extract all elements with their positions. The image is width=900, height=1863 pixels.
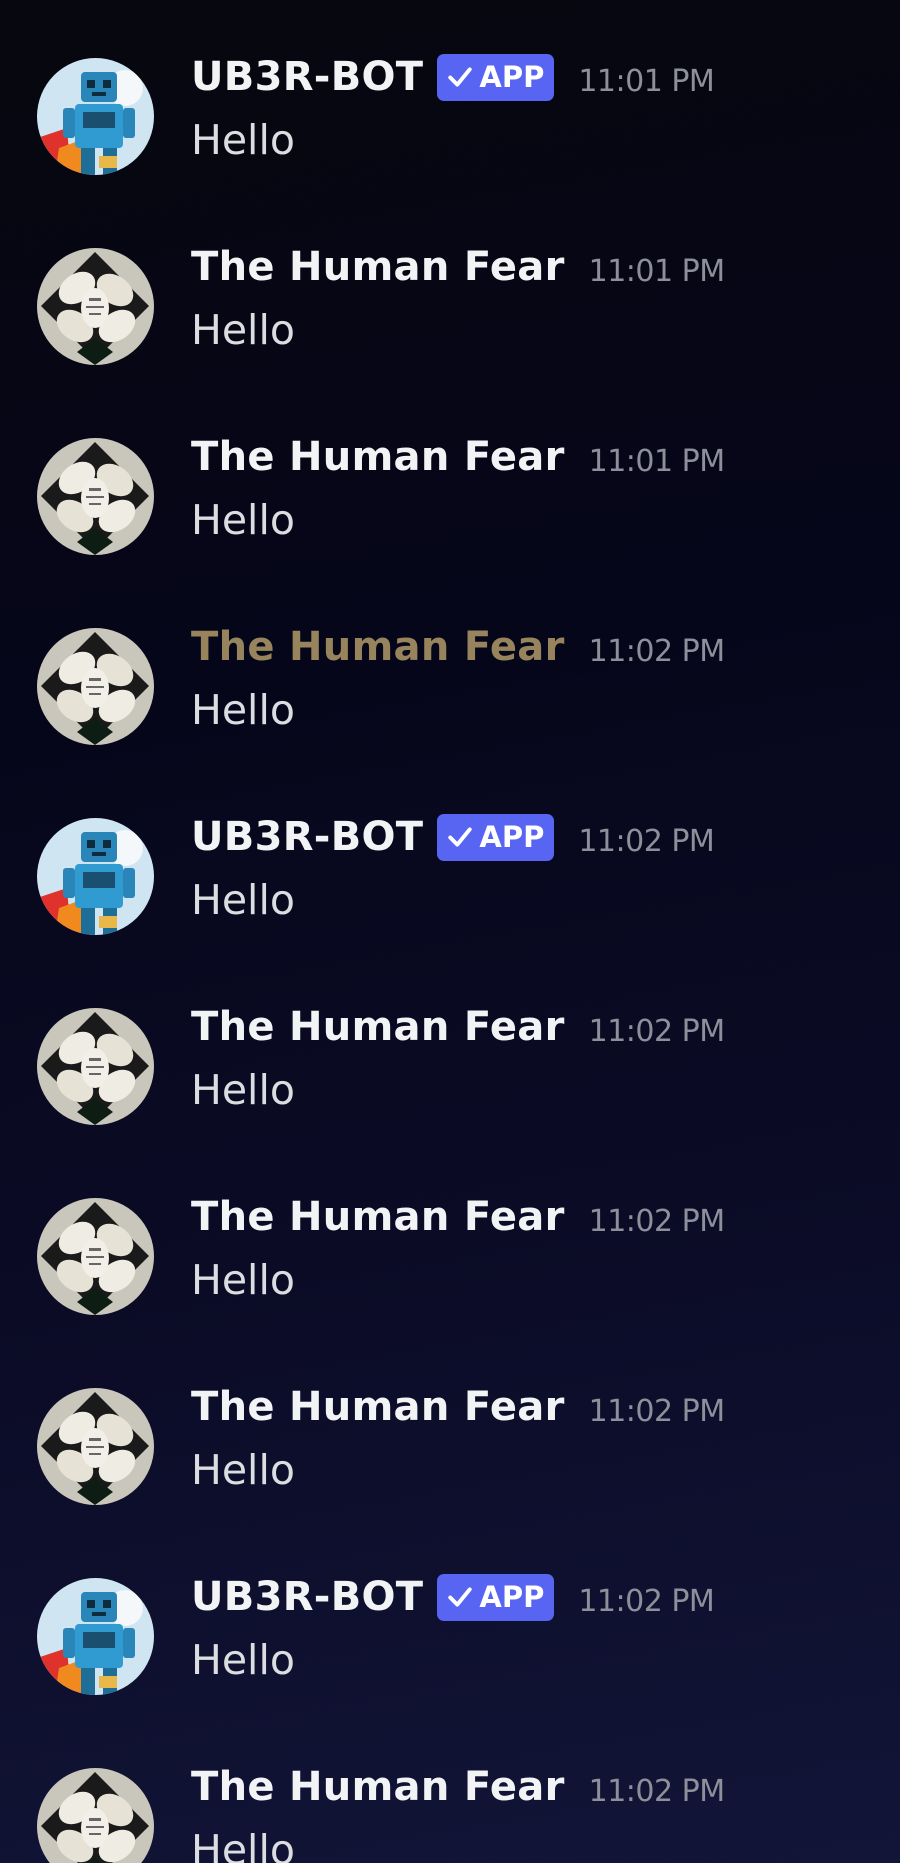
message-item[interactable]: The Human Fear 11:02 PM Hello	[0, 1140, 900, 1330]
message-item[interactable]: The Human Fear 11:01 PM Hello	[0, 380, 900, 570]
message-item[interactable]: The Human Fear 11:02 PM Hello	[0, 1330, 900, 1520]
username[interactable]: UB3R-BOT	[191, 814, 423, 860]
app-badge-label: APP	[479, 1580, 545, 1614]
message-header: The Human Fear 11:01 PM	[191, 242, 725, 292]
username[interactable]: UB3R-BOT	[191, 54, 423, 100]
robot-avatar[interactable]	[37, 818, 154, 935]
message-text: Hello	[191, 116, 295, 164]
timestamp: 11:02 PM	[588, 1013, 725, 1049]
user-avatar[interactable]	[37, 1388, 154, 1505]
message-header: The Human Fear 11:02 PM	[191, 1762, 725, 1812]
message-text: Hello	[191, 1446, 295, 1494]
timestamp: 11:01 PM	[588, 253, 725, 289]
message-text: Hello	[191, 496, 295, 544]
user-avatar[interactable]	[37, 1198, 154, 1315]
username[interactable]: The Human Fear	[191, 434, 565, 480]
message-header: The Human Fear 11:02 PM	[191, 1192, 725, 1242]
message-text: Hello	[191, 1636, 295, 1684]
timestamp: 11:01 PM	[588, 443, 725, 479]
message-header: UB3R-BOT APP 11:01 PM	[191, 52, 715, 102]
message-text: Hello	[191, 876, 295, 924]
checkmark-icon	[448, 827, 473, 847]
message-text: Hello	[191, 1256, 295, 1304]
app-badge: APP	[437, 53, 555, 101]
message-item[interactable]: UB3R-BOT APP 11:01 PM Hello	[0, 0, 900, 190]
message-text: Hello	[191, 306, 295, 354]
robot-avatar[interactable]	[37, 1578, 154, 1695]
message-header: UB3R-BOT APP 11:02 PM	[191, 812, 715, 862]
message-text: Hello	[191, 1066, 295, 1114]
timestamp: 11:02 PM	[588, 1203, 725, 1239]
message-item[interactable]: The Human Fear 11:02 PM Hello	[0, 570, 900, 760]
user-avatar[interactable]	[37, 248, 154, 365]
message-header: The Human Fear 11:02 PM	[191, 1382, 725, 1432]
timestamp: 11:01 PM	[578, 63, 715, 99]
user-avatar[interactable]	[37, 1008, 154, 1125]
timestamp: 11:02 PM	[588, 633, 725, 669]
app-badge-label: APP	[479, 820, 545, 854]
app-badge: APP	[437, 1573, 555, 1621]
username[interactable]: The Human Fear	[191, 1384, 565, 1430]
timestamp: 11:02 PM	[588, 1773, 725, 1809]
username[interactable]: The Human Fear	[191, 244, 565, 290]
message-header: The Human Fear 11:02 PM	[191, 1002, 725, 1052]
username[interactable]: The Human Fear	[191, 1004, 565, 1050]
checkmark-icon	[448, 67, 473, 87]
app-badge-label: APP	[479, 60, 545, 94]
timestamp: 11:02 PM	[578, 823, 715, 859]
app-badge: APP	[437, 813, 555, 861]
message-item[interactable]: The Human Fear 11:02 PM Hello	[0, 1710, 900, 1863]
message-item[interactable]: The Human Fear 11:01 PM Hello	[0, 190, 900, 380]
message-item[interactable]: UB3R-BOT APP 11:02 PM Hello	[0, 1520, 900, 1710]
timestamp: 11:02 PM	[578, 1583, 715, 1619]
timestamp: 11:02 PM	[588, 1393, 725, 1429]
message-text: Hello	[191, 1826, 295, 1863]
message-header: UB3R-BOT APP 11:02 PM	[191, 1572, 715, 1622]
message-header: The Human Fear 11:02 PM	[191, 622, 725, 672]
user-avatar[interactable]	[37, 438, 154, 555]
robot-avatar[interactable]	[37, 58, 154, 175]
message-header: The Human Fear 11:01 PM	[191, 432, 725, 482]
user-avatar[interactable]	[37, 1768, 154, 1863]
username[interactable]: UB3R-BOT	[191, 1574, 423, 1620]
user-avatar[interactable]	[37, 628, 154, 745]
username[interactable]: The Human Fear	[191, 624, 565, 670]
message-item[interactable]: The Human Fear 11:02 PM Hello	[0, 950, 900, 1140]
username[interactable]: The Human Fear	[191, 1764, 565, 1810]
username[interactable]: The Human Fear	[191, 1194, 565, 1240]
message-item[interactable]: UB3R-BOT APP 11:02 PM Hello	[0, 760, 900, 950]
checkmark-icon	[448, 1587, 473, 1607]
message-text: Hello	[191, 686, 295, 734]
